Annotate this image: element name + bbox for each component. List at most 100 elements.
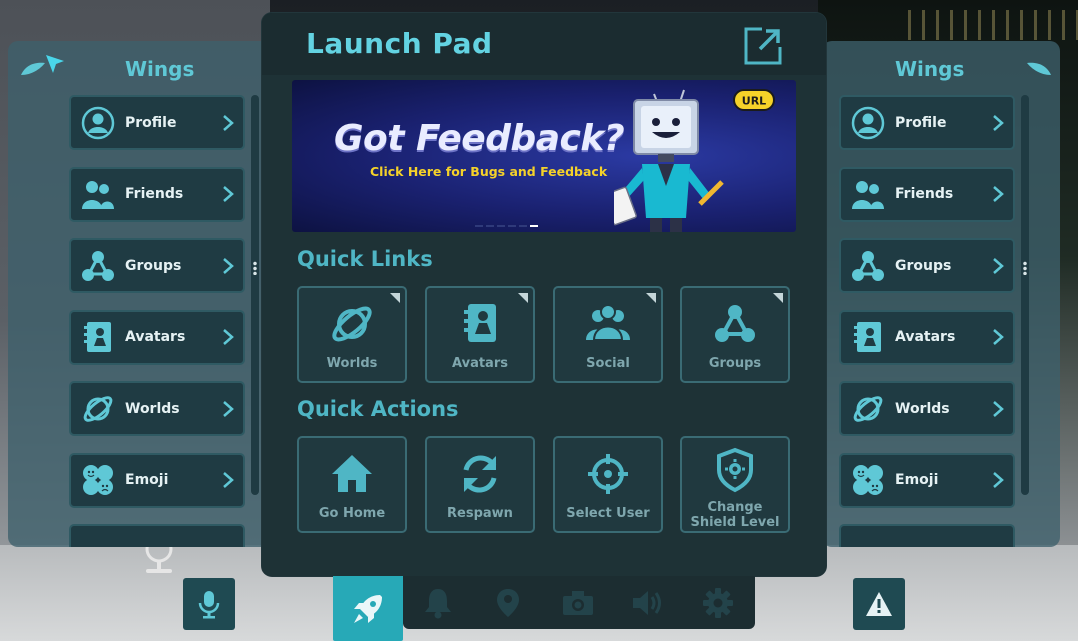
camera-icon [563, 590, 593, 615]
chevron-right-icon [223, 186, 234, 202]
chevron-right-icon [223, 472, 234, 488]
chevron-right-icon [223, 329, 234, 345]
home-icon [299, 450, 405, 498]
planet-icon [81, 392, 115, 426]
planet-icon [851, 392, 885, 426]
planet-icon [299, 300, 405, 348]
wing-item-profile[interactable]: Profile [839, 95, 1015, 150]
camera-tab[interactable] [543, 576, 613, 629]
url-badge-text: URL [742, 95, 766, 108]
tile-label-line: Change [707, 500, 763, 515]
drag-handle-icon[interactable] [253, 261, 257, 275]
crosshair-icon [555, 450, 661, 498]
feedback-banner[interactable]: Got Feedback? Click Here for Bugs and Fe… [292, 80, 796, 232]
quick-links-title: Quick Links [297, 247, 433, 271]
wing-item-worlds[interactable]: Worlds [839, 381, 1015, 436]
wing-leaf-icon [1027, 62, 1051, 75]
quick-link-social[interactable]: Social [553, 286, 663, 383]
wing-item-friends[interactable]: Friends [839, 166, 1015, 222]
quick-link-groups[interactable]: Groups [680, 286, 790, 383]
chevron-right-icon [223, 257, 234, 274]
avatar-book-icon [851, 320, 885, 354]
chevron-right-icon [993, 114, 1004, 131]
page-title: Launch Pad [306, 27, 493, 60]
wing-item-groups[interactable]: Groups [839, 238, 1015, 293]
banner-subline: Click Here for Bugs and Feedback [370, 164, 608, 179]
drag-handle-icon[interactable] [1023, 261, 1027, 275]
chevron-right-icon [993, 257, 1004, 274]
groups-icon [851, 249, 885, 283]
wing-item-label: Profile [895, 114, 947, 131]
carousel-dot[interactable] [475, 225, 483, 227]
respawn-button[interactable]: Respawn [425, 436, 535, 533]
quick-link-worlds[interactable]: Worlds [297, 286, 407, 383]
respawn-icon [427, 450, 533, 498]
tile-label: Groups [708, 356, 762, 371]
cursor-pointer-icon[interactable] [44, 53, 66, 75]
groups-icon [81, 249, 115, 283]
groups-icon [682, 300, 788, 348]
wing-item-partial[interactable] [69, 524, 245, 547]
wing-leaf-icon [21, 62, 45, 75]
gear-icon [703, 587, 733, 618]
carousel-indicator[interactable] [475, 225, 538, 227]
friends-icon [81, 177, 115, 211]
wing-item-emoji[interactable]: Emoji [839, 452, 1015, 508]
wing-item-groups[interactable]: Groups [69, 238, 245, 293]
wing-menu-list: Profile Friends Groups Avatars Worlds Em… [839, 95, 1017, 547]
chevron-right-icon [223, 114, 234, 131]
safety-warning-button[interactable] [853, 578, 905, 630]
wing-menu-list: Profile Friends Groups Avatars Worlds Em… [69, 95, 247, 547]
go-home-button[interactable]: Go Home [297, 436, 407, 533]
wing-item-label: Friends [895, 186, 954, 202]
wing-item-label: Profile [125, 114, 177, 131]
wing-item-worlds[interactable]: Worlds [69, 381, 245, 436]
microphone-button[interactable] [183, 578, 235, 630]
wing-scrollbar[interactable] [1021, 95, 1029, 495]
more-icon [81, 535, 115, 547]
select-user-button[interactable]: Select User [553, 436, 663, 533]
wing-item-label: Avatars [895, 329, 956, 345]
profile-icon [851, 106, 885, 140]
chevron-right-icon [993, 400, 1004, 417]
launch-pad-header: Launch Pad [262, 13, 826, 75]
tile-label: Select User [566, 506, 650, 521]
carousel-dot[interactable] [497, 225, 505, 227]
expand-icon[interactable] [744, 27, 782, 65]
wing-item-label: Friends [125, 186, 184, 202]
bell-icon [425, 588, 451, 618]
change-shield-level-button[interactable]: Change Shield Level [680, 436, 790, 533]
bottom-dock [333, 576, 755, 641]
carousel-dot[interactable] [486, 225, 494, 227]
wing-item-label: Groups [895, 257, 952, 274]
wing-item-emoji[interactable]: Emoji [69, 452, 245, 508]
wing-item-profile[interactable]: Profile [69, 95, 245, 150]
wing-scrollbar[interactable] [251, 95, 259, 495]
wing-item-label: Worlds [895, 400, 950, 417]
quick-actions-title: Quick Actions [297, 397, 459, 421]
emoji-icon [81, 463, 115, 497]
wing-item-label: Emoji [895, 472, 939, 488]
left-wing-panel: Wings Profile Friends Groups Avatars Wor… [8, 41, 270, 547]
notifications-tab[interactable] [403, 576, 473, 629]
wing-title: Wings [125, 57, 195, 81]
carousel-dot-active[interactable] [530, 225, 538, 227]
wing-item-partial[interactable] [839, 524, 1015, 547]
wing-item-avatars[interactable]: Avatars [839, 309, 1015, 365]
tile-label: Go Home [318, 506, 386, 521]
warning-icon [866, 592, 892, 616]
shield-icon [682, 446, 788, 494]
chevron-right-icon [993, 329, 1004, 345]
wing-item-friends[interactable]: Friends [69, 166, 245, 222]
avatar-book-icon [427, 300, 533, 348]
tile-label: Respawn [447, 506, 513, 521]
location-tab[interactable] [473, 576, 543, 629]
carousel-dot[interactable] [508, 225, 516, 227]
tile-label: Change Shield Level [682, 500, 788, 530]
settings-tab[interactable] [683, 576, 753, 629]
carousel-dot[interactable] [519, 225, 527, 227]
quick-link-avatars[interactable]: Avatars [425, 286, 535, 383]
audio-tab[interactable] [613, 576, 683, 629]
launch-pad-tab[interactable] [333, 576, 403, 641]
wing-item-avatars[interactable]: Avatars [69, 309, 245, 365]
